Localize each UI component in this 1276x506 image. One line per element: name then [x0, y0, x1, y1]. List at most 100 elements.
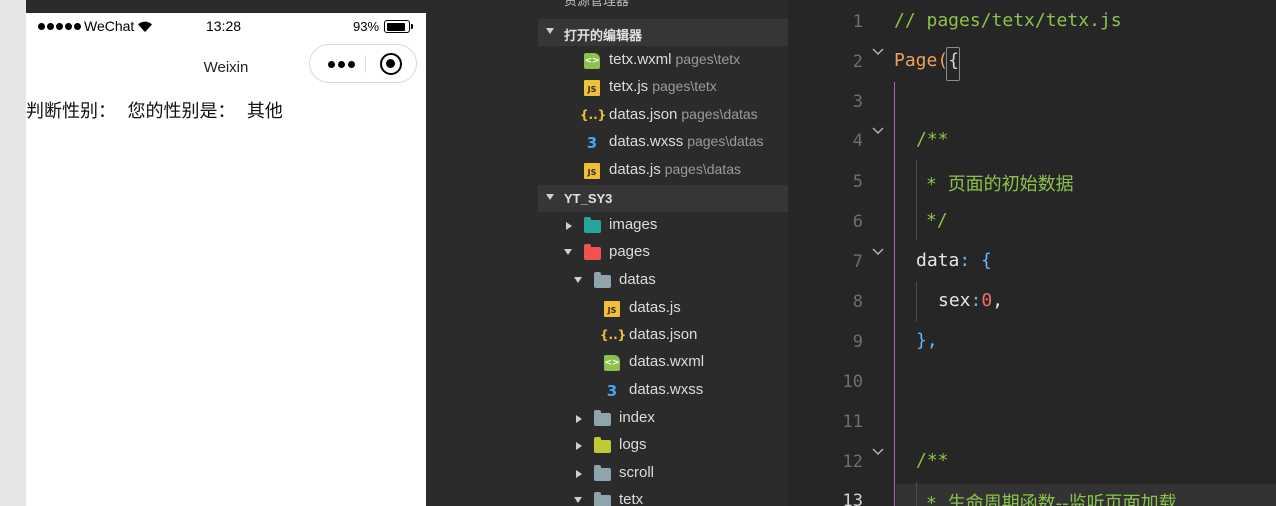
code-token: {	[948, 50, 960, 71]
chevron-right-icon	[576, 470, 582, 478]
open-editors-header[interactable]: 打开的编辑器	[538, 19, 788, 46]
tree-folder-datas[interactable]: datas	[538, 267, 788, 294]
line-number: 6	[852, 212, 863, 232]
code-token: 0	[981, 290, 993, 311]
open-editor-item[interactable]: JS tetx.js pages\tetx	[538, 74, 788, 101]
line-number: 9	[852, 332, 863, 352]
indent-guide	[916, 482, 917, 506]
menu-capsule	[309, 44, 417, 83]
battery-percentage: 93%	[353, 19, 380, 34]
code-token: 生命周期函数--监听页面加载	[947, 493, 1177, 506]
open-editor-item[interactable]: <> tetx.wxml pages\tetx	[538, 47, 788, 74]
folder-name: logs	[619, 436, 647, 453]
fold-chevron-icon[interactable]	[872, 125, 884, 137]
code-token: data	[916, 250, 960, 271]
tree-file[interactable]: 3 datas.wxss	[538, 377, 788, 404]
project-name: YT_SY3	[564, 191, 613, 206]
js-file-icon: JS	[584, 80, 600, 96]
tree-folder-pages[interactable]: pages	[538, 239, 788, 266]
code-token: :	[959, 250, 982, 271]
chevron-down-icon	[564, 249, 572, 255]
logs-folder-icon	[594, 437, 611, 453]
code-token: :	[970, 290, 982, 311]
fold-chevron-icon[interactable]	[872, 446, 884, 458]
file-name: tetx.wxml	[609, 51, 672, 68]
carrier-name: WeChat	[84, 18, 135, 34]
fold-chevron-icon[interactable]	[872, 46, 884, 58]
tree-file[interactable]: JS datas.js	[538, 295, 788, 322]
wxss-file-icon: 3	[606, 382, 618, 400]
page-content-text: 判断性别： 您的性别是： 其他	[26, 101, 283, 122]
line-number: 5	[852, 172, 863, 192]
code-line-8: sex:0,	[938, 290, 1003, 311]
file-name: datas.js	[609, 161, 661, 178]
tree-folder-logs[interactable]: logs	[538, 432, 788, 459]
phone-simulator: WeChat 13:28 93% Weixin 判断性别： 您的性别是： 其他	[26, 13, 426, 506]
line-number: 4	[852, 131, 863, 151]
close-miniprogram-icon[interactable]	[380, 53, 402, 75]
tree-file[interactable]: <> datas.wxml	[538, 349, 788, 376]
folder-name: index	[619, 409, 655, 426]
code-line-12: /**	[916, 450, 949, 471]
code-line-5: * 页面的初始数据	[926, 170, 1074, 196]
open-editors-label: 打开的编辑器	[564, 28, 643, 43]
capsule-divider	[365, 55, 366, 73]
code-line-4: /**	[916, 129, 949, 150]
code-token: sex	[938, 290, 971, 311]
chevron-down-icon	[546, 28, 554, 34]
wxml-file-icon: <>	[584, 53, 600, 69]
open-editor-item[interactable]: 3 datas.wxss pages\datas	[538, 129, 788, 156]
line-number: 10	[842, 372, 863, 392]
tree-folder-tetx[interactable]: tetx	[538, 487, 788, 506]
code-token: *	[926, 174, 948, 195]
chevron-down-icon	[574, 277, 582, 283]
line-number: 8	[852, 292, 863, 312]
project-header[interactable]: YT_SY3	[538, 185, 788, 212]
folder-open-icon	[594, 492, 611, 506]
open-editor-item[interactable]: {..} datas.json pages\datas	[538, 102, 788, 129]
code-line-6: */	[926, 210, 948, 231]
chevron-down-icon	[574, 497, 582, 503]
code-editor[interactable]: 1 2 3 4 5 6 7 8 9 10 11 12 13 // pages/t…	[788, 0, 1276, 506]
js-file-icon: JS	[604, 301, 620, 317]
file-explorer: 资源管理器 打开的编辑器 <> tetx.wxml pages\tetx JS t…	[538, 0, 788, 506]
file-name: datas.wxml	[629, 353, 705, 370]
file-name: datas.json	[629, 326, 698, 343]
code-token: {	[981, 250, 992, 271]
wifi-icon	[137, 20, 153, 36]
battery-icon	[384, 20, 413, 33]
chevron-right-icon	[576, 442, 582, 450]
simulator-gutter	[0, 0, 26, 506]
code-token: *	[926, 493, 948, 506]
folder-name: images	[609, 216, 658, 233]
tree-file[interactable]: {..} datas.json	[538, 322, 788, 349]
line-number: 3	[852, 92, 863, 112]
status-time: 13:28	[206, 18, 242, 34]
wxml-file-icon: <>	[604, 355, 620, 371]
more-icon[interactable]	[328, 61, 355, 68]
fold-chevron-icon[interactable]	[872, 246, 884, 258]
tree-folder-scroll[interactable]: scroll	[538, 460, 788, 487]
line-number: 12	[842, 452, 863, 472]
wxss-file-icon: 3	[586, 134, 598, 152]
file-name: datas.wxss	[609, 133, 684, 150]
folder-name: datas	[619, 271, 656, 288]
chevron-right-icon	[576, 415, 582, 423]
status-bar: WeChat 13:28 93%	[26, 13, 426, 41]
folder-open-icon	[594, 272, 611, 288]
code-token: ,	[992, 290, 1004, 311]
file-path: pages\datas	[664, 161, 741, 177]
open-editor-item[interactable]: JS datas.js pages\datas	[538, 157, 788, 184]
line-number-active: 13	[842, 491, 863, 506]
chevron-right-icon	[566, 222, 572, 230]
code-line-13: * 生命周期函数--监听页面加载	[926, 489, 1177, 506]
explorer-title: 资源管理器	[564, 0, 630, 8]
tree-folder-images[interactable]: images	[538, 212, 788, 239]
json-file-icon: {..}	[580, 108, 607, 122]
signal-strength-icon	[38, 23, 81, 30]
code-token: Page	[894, 50, 938, 71]
line-number: 2	[852, 52, 863, 72]
code-token: 页面的初始数据	[947, 174, 1074, 195]
tree-folder-index[interactable]: index	[538, 405, 788, 432]
file-name: datas.wxss	[629, 381, 704, 398]
